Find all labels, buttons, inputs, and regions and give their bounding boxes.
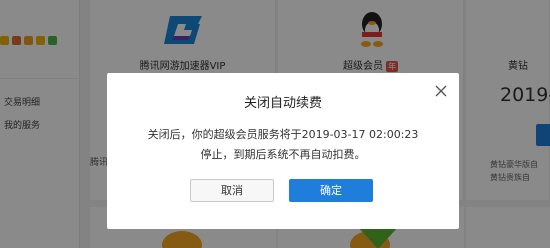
cancel-button[interactable]: 取消: [190, 179, 274, 202]
dialog-message-line2: 停止，到期后系统不再自动扣费。: [200, 148, 366, 161]
confirm-button[interactable]: 确定: [289, 179, 373, 202]
dialog-title: 关闭自动续费: [243, 96, 322, 111]
close-icon[interactable]: [432, 82, 450, 100]
dialog-message-line1: 关闭后，你的超级会员服务将于2019-03-17 02:00:23: [147, 128, 419, 141]
auto-renew-dialog: 关闭自动续费 关闭后，你的超级会员服务将于2019-03-17 02:00:23…: [107, 73, 459, 229]
